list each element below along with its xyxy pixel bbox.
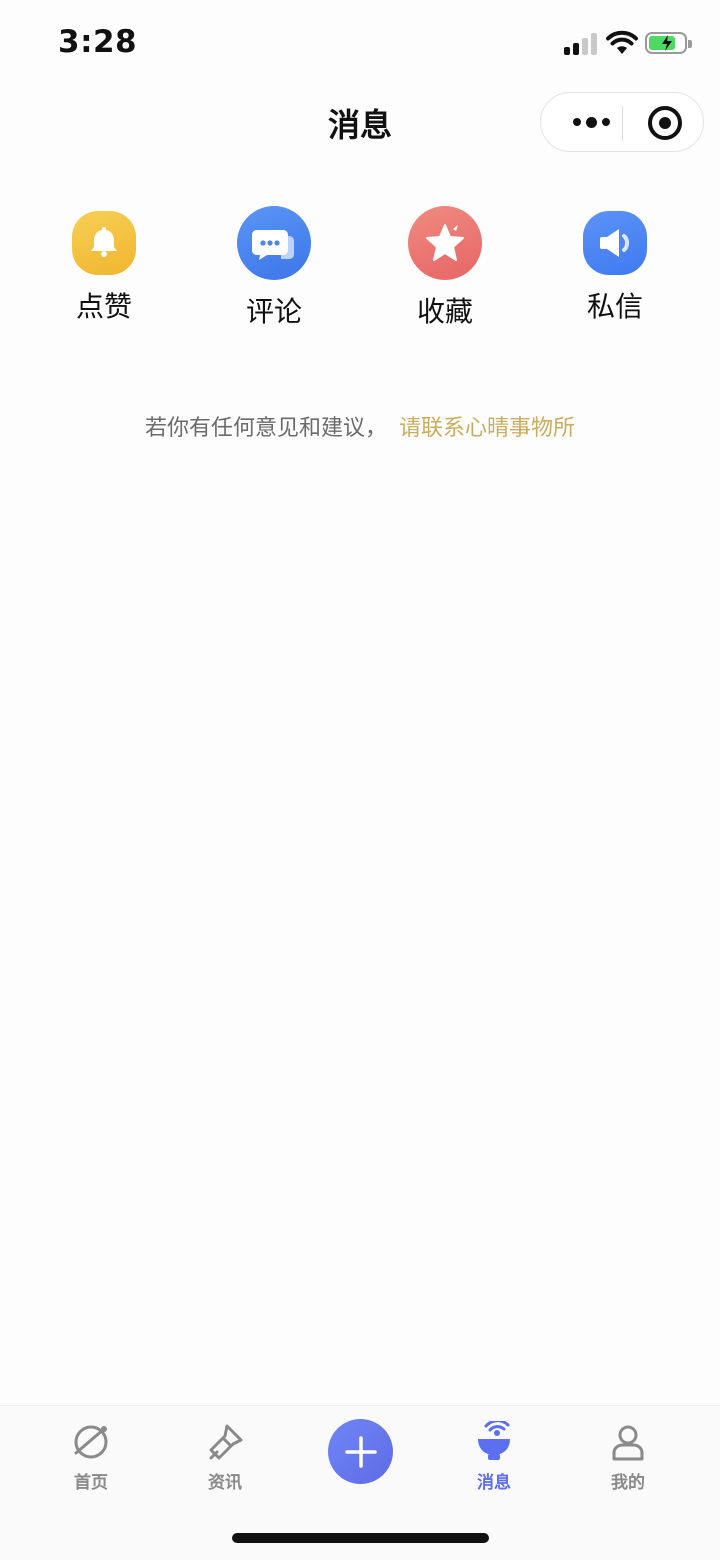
more-options-button[interactable] <box>559 93 623 151</box>
category-label: 评论 <box>245 295 302 328</box>
category-favorites[interactable]: 收藏 <box>385 206 505 330</box>
battery-icon <box>645 32 692 54</box>
capsule-divider <box>622 106 623 140</box>
speaker-icon <box>583 211 647 275</box>
dot-icon <box>601 118 610 126</box>
category-private-messages[interactable]: 私信 <box>555 206 675 325</box>
category-label: 私信 <box>586 290 643 323</box>
tab-label: 资讯 <box>208 1473 242 1493</box>
signal-icon <box>564 33 598 55</box>
plus-icon <box>344 1435 377 1468</box>
user-icon <box>578 1420 678 1464</box>
close-miniprogram-button[interactable] <box>648 106 682 140</box>
home-indicator <box>232 1533 489 1543</box>
status-bar: 3:28 <box>0 0 720 88</box>
status-time: 3:28 <box>58 24 138 60</box>
tab-messages[interactable]: 消息 <box>444 1420 544 1493</box>
flashlight-icon <box>175 1420 275 1464</box>
dot-icon <box>585 116 597 128</box>
message-categories: 点赞 评论 收藏 私信 <box>0 206 720 336</box>
star-icon <box>408 206 482 280</box>
add-post-button[interactable] <box>328 1419 393 1484</box>
tab-news[interactable]: 资讯 <box>175 1420 275 1493</box>
mini-program-capsule <box>540 92 704 152</box>
satellite-dish-icon <box>444 1420 544 1464</box>
bell-icon <box>72 211 136 275</box>
tab-home[interactable]: 首页 <box>41 1420 141 1493</box>
wifi-icon <box>606 30 638 54</box>
dot-icon <box>572 118 581 126</box>
planet-icon <box>41 1420 141 1464</box>
tab-label: 我的 <box>611 1473 645 1493</box>
tab-profile[interactable]: 我的 <box>578 1420 678 1493</box>
category-label: 收藏 <box>416 295 473 328</box>
feedback-text: 若你有任何意见和建议， <box>144 416 387 441</box>
contact-link[interactable]: 请联系心晴事物所 <box>399 416 575 441</box>
category-likes[interactable]: 点赞 <box>44 206 164 325</box>
chat-bubble-icon <box>237 206 311 280</box>
feedback-line: 若你有任何意见和建议， 请联系心晴事物所 <box>0 410 720 442</box>
tab-label: 消息 <box>477 1473 511 1493</box>
tab-label: 首页 <box>74 1473 108 1493</box>
category-comments[interactable]: 评论 <box>214 206 334 330</box>
category-label: 点赞 <box>75 290 132 323</box>
